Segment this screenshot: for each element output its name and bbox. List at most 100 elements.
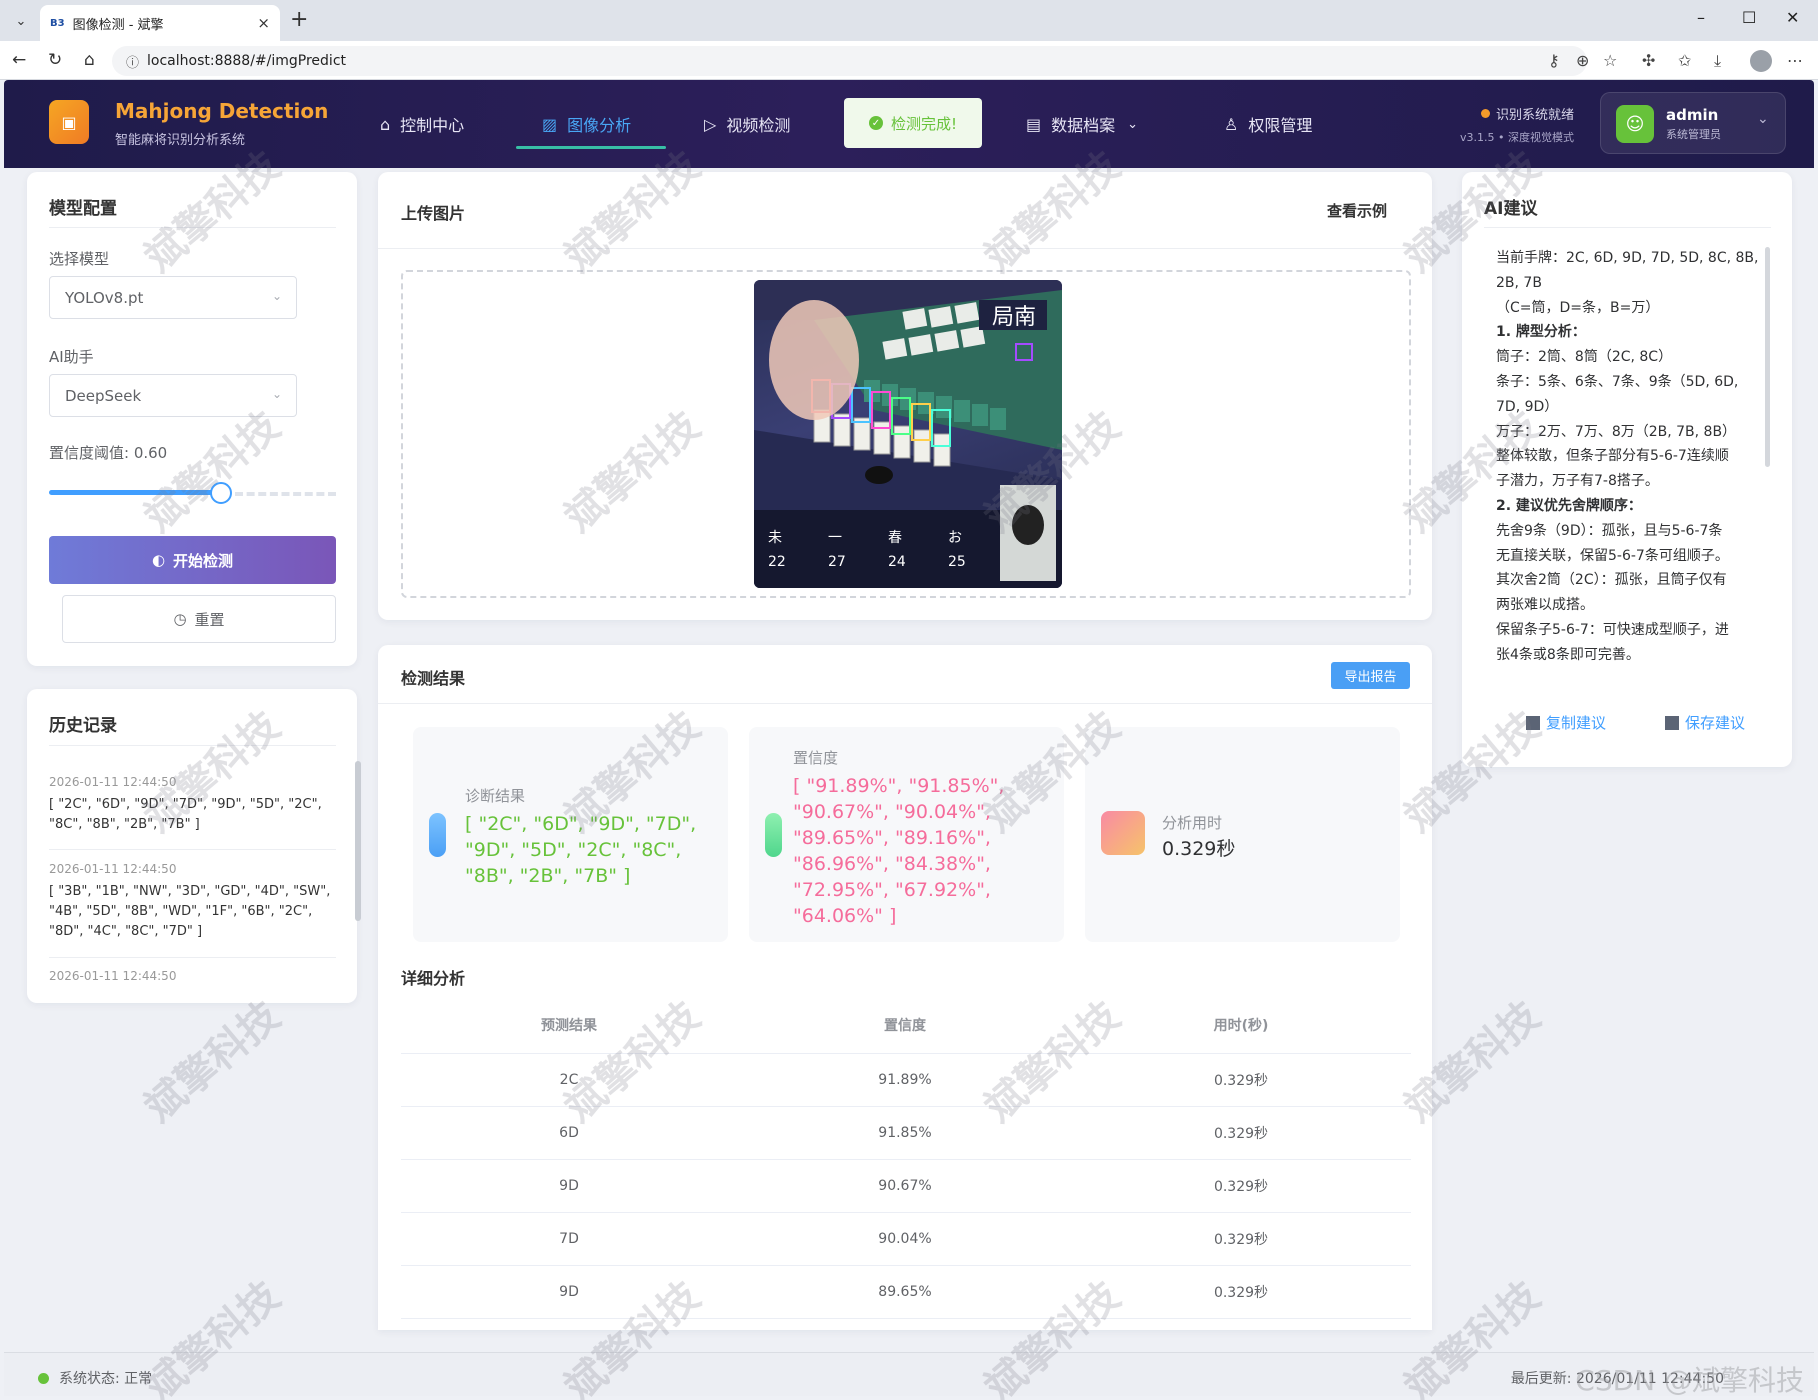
ai-suggestion-text[interactable]: 当前手牌：2C, 6D, 9D, 7D, 5D, 8C, 8B, 2B, 7B …	[1484, 246, 1774, 686]
password-key-icon[interactable]: ⚷	[1548, 51, 1560, 70]
table-cell: 0.329秒	[1213, 1126, 1269, 1142]
table-cell: 0.329秒	[1213, 1232, 1269, 1248]
history-item[interactable]: 2026-01-11 12:44:50 [ "2C", "6D", "9D", …	[49, 775, 349, 835]
svg-text:25: 25	[948, 554, 966, 570]
table-header: 预测结果 置信度 用时(秒)	[401, 997, 1411, 1054]
url-text: localhost:8888/#/imgPredict	[147, 53, 347, 69]
view-example-link[interactable]: 查看示例	[1327, 200, 1387, 221]
home-icon: ⌂	[380, 114, 391, 134]
history-time: 2026-01-11 12:44:50	[49, 775, 177, 789]
site-watermark: CSDN @斌擎科技	[1575, 1364, 1804, 1397]
save-suggestion-button[interactable]: 保存建议	[1665, 712, 1745, 733]
confidence-value: [ "91.89%", "91.85%", "90.67%", "90.04%"…	[793, 775, 1005, 927]
extensions-icon[interactable]: ✣	[1642, 51, 1655, 70]
maximize-icon[interactable]: ☐	[1742, 8, 1756, 27]
reload-icon[interactable]: ↻	[48, 50, 62, 70]
table-row: 9D 89.65% 0.329秒	[401, 1266, 1411, 1319]
site-info-icon[interactable]: ⓘ	[126, 52, 139, 71]
time-stat: 分析用时 0.329秒	[1085, 727, 1400, 942]
image-icon: ▨	[542, 114, 558, 134]
favicon-icon: B3	[50, 17, 65, 29]
copy-suggestion-button[interactable]: 复制建议	[1526, 712, 1606, 733]
ai-line: 整体较散，但条子部分有5-6-7连续顺	[1496, 448, 1729, 465]
active-nav-indicator	[516, 146, 666, 149]
status-text: 识别系统就绪	[1495, 108, 1574, 123]
divider	[1484, 227, 1771, 228]
svg-text:お: お	[948, 530, 962, 546]
svg-text:22: 22	[768, 554, 786, 570]
ai-line: 2. 建议优先舍牌顺序：	[1496, 497, 1642, 514]
user-role: 系统管理员	[1666, 128, 1721, 141]
favorites-icon[interactable]: ✩	[1678, 51, 1691, 70]
brand-subtitle: 智能麻将识别分析系统	[115, 133, 246, 148]
copy-icon	[1526, 715, 1540, 730]
downloads-icon[interactable]: ⤓	[1714, 51, 1721, 71]
user-menu[interactable]: ☺ admin 系统管理员 ⌄	[1600, 92, 1786, 154]
ai-line: 2B, 7B	[1496, 274, 1542, 291]
table-cell: 90.04%	[878, 1231, 932, 1247]
scrollbar[interactable]	[1765, 247, 1770, 467]
home-icon[interactable]: ⌂	[84, 50, 95, 70]
svg-text:一: 一	[828, 530, 842, 546]
start-detection-button[interactable]: ◐ 开始检测	[49, 536, 336, 584]
ai-line: 万子：2万、7万、8万（2B, 7B, 8B）	[1496, 423, 1737, 440]
nav-video-detection[interactable]: ▷ 视频检测	[704, 112, 790, 136]
close-tab-icon[interactable]: ×	[257, 14, 270, 32]
confidence-slider[interactable]	[49, 482, 336, 504]
svg-text:27: 27	[828, 554, 846, 570]
close-window-icon[interactable]: ✕	[1786, 8, 1799, 27]
minimize-icon[interactable]: –	[1697, 8, 1705, 27]
slider-fill	[49, 490, 221, 495]
button-label: 复制建议	[1546, 714, 1607, 732]
nav-data-archive[interactable]: ▤ 数据档案 ⌄	[1026, 112, 1138, 136]
table-cell: 9D	[559, 1178, 579, 1194]
ai-line: 筒子：2筒、8筒（2C, 8C）	[1496, 349, 1673, 366]
new-tab-icon[interactable]: +	[290, 7, 308, 32]
history-item[interactable]: 2026-01-11 12:44:50 [ "3B", "1B", "NW", …	[49, 862, 349, 942]
bookmark-star-icon[interactable]: ☆	[1603, 51, 1617, 70]
ai-assistant-select[interactable]: DeepSeek ⌄	[49, 374, 297, 417]
success-toast: ✓ 检测完成!	[844, 98, 982, 148]
table-cell: 6D	[559, 1125, 579, 1141]
model-select[interactable]: YOLOv8.pt ⌄	[49, 276, 297, 319]
ai-line: 无直接关联，保留5-6-7条可组顺子。	[1496, 547, 1729, 564]
ai-line: 保留条子5-6-7：可快速成型顺子，进	[1496, 621, 1729, 638]
zoom-icon[interactable]: ⊕	[1576, 51, 1589, 70]
avatar: ☺	[1616, 105, 1654, 143]
profile-avatar[interactable]	[1750, 50, 1772, 72]
stat-label: 置信度	[793, 749, 839, 767]
chevron-down-icon: ⌄	[271, 289, 282, 303]
ai-line: 先舍9条（9D）：孤张，且与5-6-7条	[1496, 522, 1723, 539]
nav-image-analysis[interactable]: ▨ 图像分析	[542, 112, 631, 136]
nav-permissions[interactable]: ♙ 权限管理	[1224, 112, 1312, 136]
reset-button-label: 重置	[194, 610, 225, 629]
slider-rest	[235, 492, 336, 496]
card-title: 检测结果	[401, 669, 466, 688]
export-report-button[interactable]: 导出报告	[1331, 662, 1410, 689]
back-icon[interactable]: ←	[12, 50, 26, 70]
button-label: 保存建议	[1685, 714, 1746, 732]
image-dropzone[interactable]: 局南 未 一 春 お 22 27 24 25	[401, 270, 1411, 598]
history-item[interactable]: 2026-01-11 12:44:50	[49, 969, 349, 983]
app-header: ▣ Mahjong Detection 智能麻将识别分析系统 ⌂ 控制中心 ▨ …	[4, 80, 1814, 168]
table-cell: 89.65%	[878, 1284, 932, 1300]
ai-line: 两张难以成搭。	[1496, 597, 1594, 614]
scrollbar[interactable]	[355, 761, 361, 921]
more-menu-icon[interactable]: ⋯	[1787, 51, 1803, 70]
slider-handle[interactable]	[210, 482, 232, 504]
table-cell: 91.85%	[878, 1125, 932, 1141]
status-text: 系统状态: 正常	[59, 1371, 153, 1387]
nav-dashboard[interactable]: ⌂ 控制中心	[380, 112, 464, 136]
svg-text:未: 未	[768, 530, 782, 546]
watermark: 斌擎科技	[136, 993, 289, 1132]
ai-line: 其次舍2筒（2C）：孤张，且筒子仅有	[1496, 572, 1727, 589]
app-logo: ▣	[49, 100, 89, 144]
url-input[interactable]: ⓘ localhost:8888/#/imgPredict	[112, 46, 1587, 76]
model-label: 选择模型	[49, 250, 110, 268]
history-card: 历史记录 2026-01-11 12:44:50 [ "2C", "6D", "…	[27, 689, 361, 1003]
reset-button[interactable]: ◷ 重置	[62, 595, 336, 643]
chevron-down-icon: ⌄	[1757, 111, 1769, 127]
browser-tab[interactable]: B3 图像检测 - 斌擎 ×	[40, 5, 280, 41]
tab-search-icon[interactable]: ⌄	[8, 8, 34, 34]
start-button-label: 开始检测	[173, 551, 234, 570]
